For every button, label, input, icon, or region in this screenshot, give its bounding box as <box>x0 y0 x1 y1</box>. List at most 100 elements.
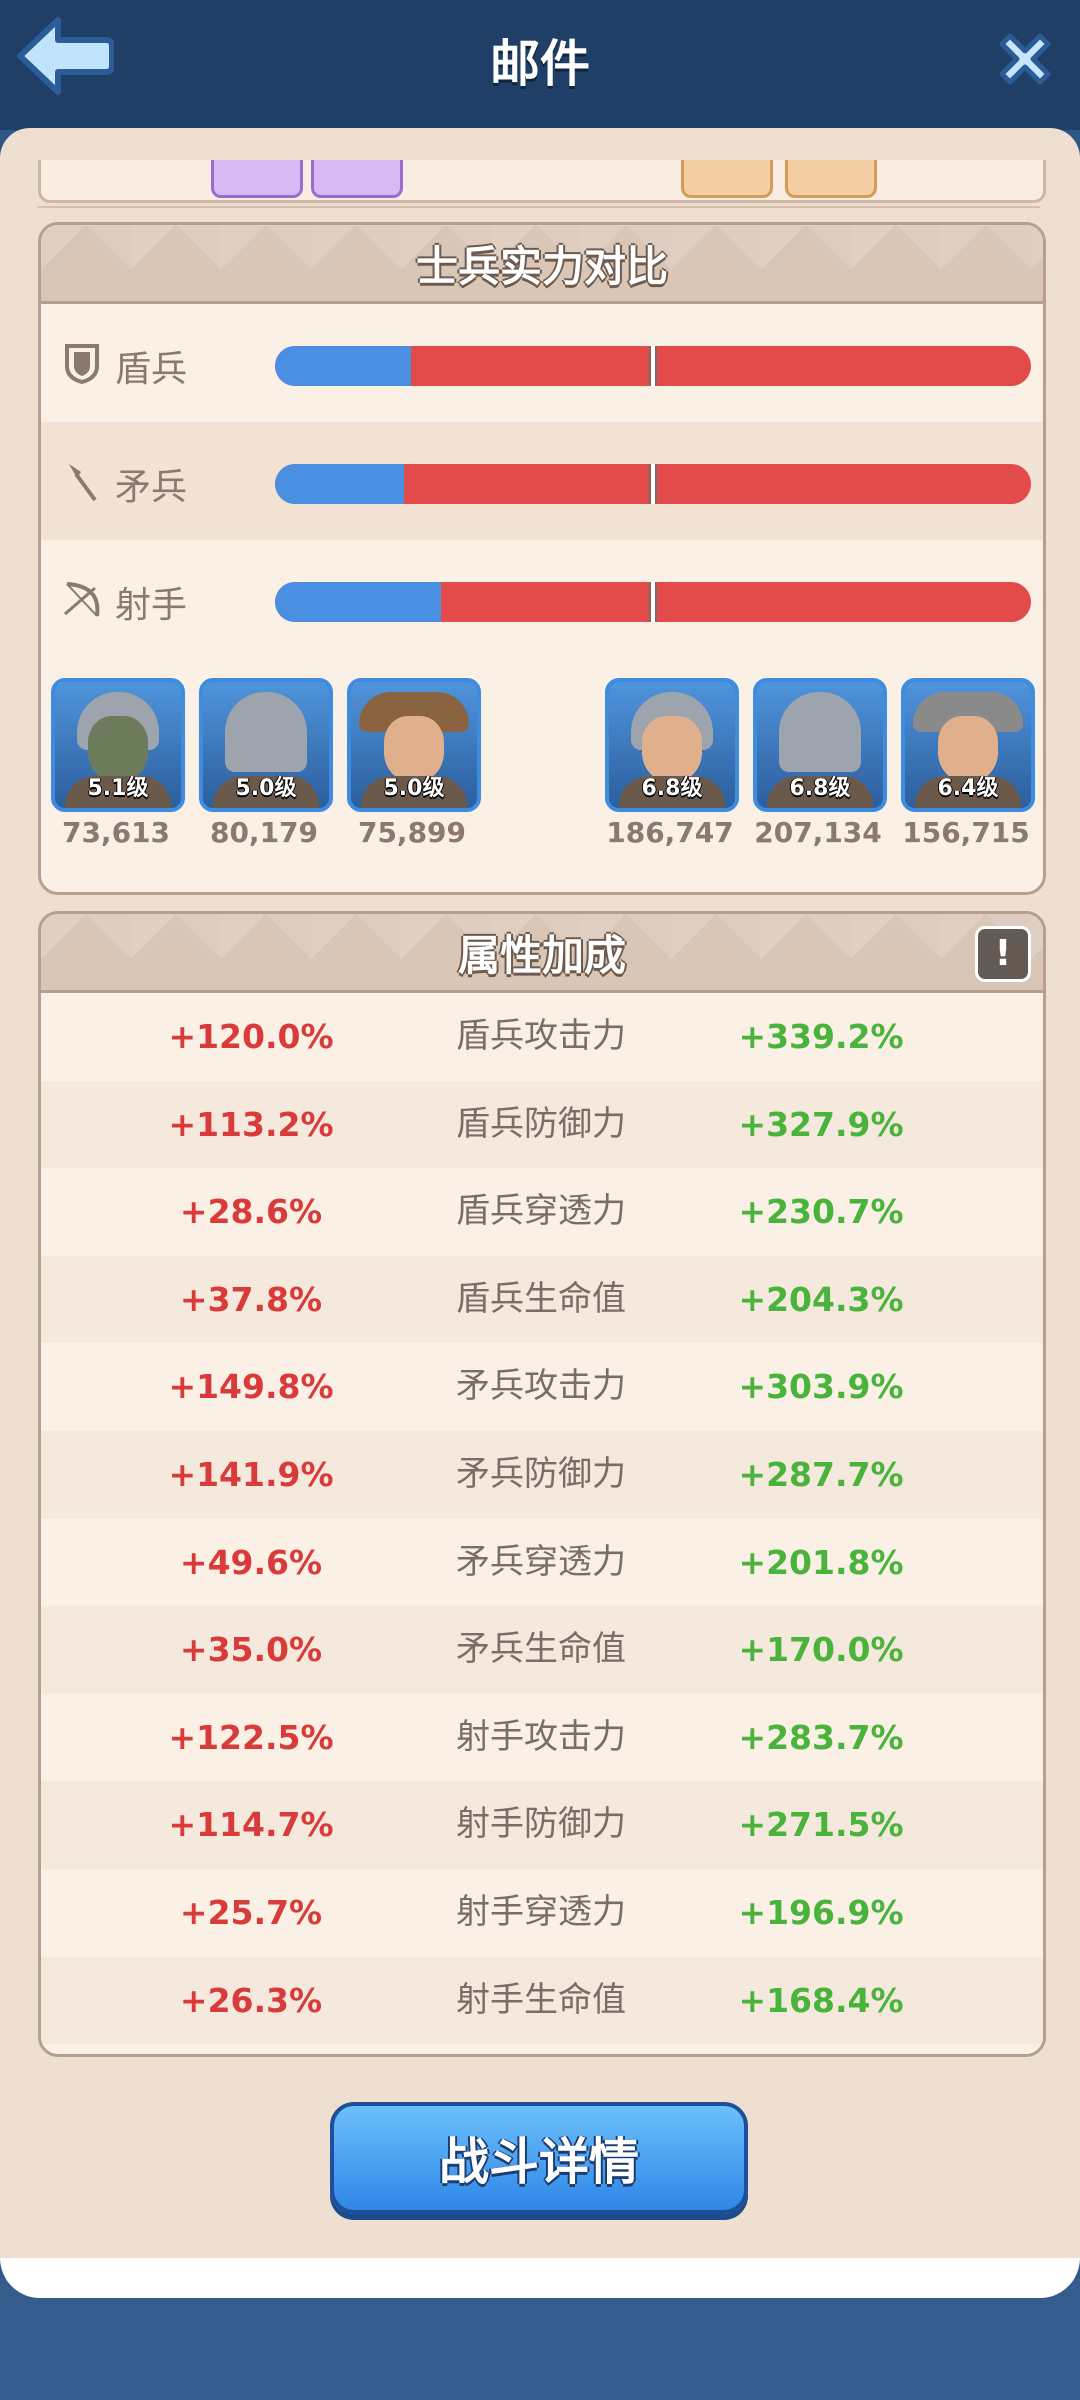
attribute-name: 盾兵攻击力 <box>456 1016 626 1056</box>
enemy-unit-archer[interactable]: 6.4级 156,715 <box>901 678 1035 849</box>
ally-bonus-value: +26.3% <box>179 1980 323 2020</box>
attributes-header: 属性加成 ! <box>41 914 1043 993</box>
unit-level: 5.1级 <box>87 776 149 801</box>
enemy-bonus-value: +283.7% <box>738 1717 904 1757</box>
attribute-row: +122.5% 射手攻击力 +283.7% <box>41 1694 1043 1782</box>
attribute-name: 矛兵生命值 <box>456 1629 626 1670</box>
enemy-bonus-value: +170.0% <box>738 1630 904 1670</box>
attribute-row: +149.8% 矛兵攻击力 +303.9% <box>41 1343 1043 1431</box>
ally-bonus-value: +35.0% <box>179 1630 323 1670</box>
unit-count: 156,715 <box>902 816 1030 849</box>
attribute-row: +35.0% 矛兵生命值 +170.0% <box>41 1606 1043 1694</box>
unit-portrait: 5.1级 <box>51 678 185 812</box>
attribute-name: 矛兵穿透力 <box>456 1541 626 1582</box>
ally-bonus-value: +114.7% <box>168 1805 334 1845</box>
ally-unit-shield[interactable]: 5.1级 73,613 <box>51 678 185 849</box>
unit-count: 186,747 <box>606 816 734 849</box>
attribute-name: 射手防御力 <box>456 1804 626 1845</box>
ally-bonus-value: +122.5% <box>168 1717 334 1757</box>
ally-bonus-value: +149.8% <box>168 1367 334 1407</box>
reward-strip-fragment <box>38 160 1046 203</box>
info-icon[interactable]: ! <box>975 926 1031 982</box>
ally-unit-archer[interactable]: 5.0级 75,899 <box>347 678 481 849</box>
unit-level: 6.8级 <box>789 776 851 801</box>
unit-count: 75,899 <box>357 816 467 849</box>
bow-icon <box>64 582 100 617</box>
ally-bonus-value: +49.6% <box>179 1542 323 1582</box>
ally-bonus-value: +28.6% <box>179 1192 323 1232</box>
compare-row-archer: 射手 <box>41 540 1043 658</box>
compare-label: 射手 <box>115 585 188 626</box>
strength-bar <box>275 582 1031 622</box>
enemy-bonus-value: +339.2% <box>738 1017 904 1056</box>
bar-midpoint-marker <box>649 464 657 504</box>
attribute-row: +114.7% 射手防御力 +271.5% <box>41 1781 1043 1869</box>
unit-portrait: 5.0级 <box>347 678 481 812</box>
unit-level: 6.4级 <box>937 776 999 801</box>
strength-bar <box>275 346 1031 386</box>
attribute-row: +141.9% 矛兵防御力 +287.7% <box>41 1430 1043 1519</box>
ally-bonus-value: +120.0% <box>168 1017 334 1056</box>
attributes-card: 属性加成 ! +120.0% 盾兵攻击力 +339.2% +113.2% 盾兵防御力 +3… <box>38 911 1046 2057</box>
attribute-name: 射手攻击力 <box>456 1716 626 1757</box>
snow-edge <box>0 2258 1080 2298</box>
ally-bonus-value: +141.9% <box>168 1454 334 1494</box>
compare-label: 矛兵 <box>115 467 188 508</box>
attribute-name: 盾兵穿透力 <box>456 1191 626 1232</box>
unit-level: 6.8级 <box>641 776 703 801</box>
enemy-bonus-value: +201.8% <box>738 1542 904 1582</box>
enemy-bonus-value: +271.5% <box>738 1805 904 1845</box>
strength-bar <box>275 464 1031 504</box>
soldier-compare-title: 士兵实力对比 <box>415 241 668 291</box>
page-title: 邮件 <box>490 35 590 93</box>
attribute-row: +113.2% 盾兵防御力 +327.9% <box>41 1080 1043 1169</box>
unit-portraits: 5.1级 73,613 5.0级 80,179 5.0级 75,899 6.8级… <box>41 658 1043 870</box>
unit-level: 5.0级 <box>383 776 445 801</box>
ally-strength-fill <box>275 464 404 504</box>
compare-row-shield: 盾兵 <box>41 304 1043 422</box>
enemy-bonus-value: +327.9% <box>738 1104 904 1144</box>
reward-chip <box>311 160 403 198</box>
attribute-row: +26.3% 射手生命值 +168.4% <box>41 1956 1043 2045</box>
attribute-row: +28.6% 盾兵穿透力 +230.7% <box>41 1168 1043 1256</box>
unit-count: 207,134 <box>754 816 882 849</box>
reward-chip <box>211 160 303 198</box>
enemy-bonus-value: +287.7% <box>738 1454 904 1494</box>
enemy-bonus-value: +230.7% <box>738 1192 904 1232</box>
enemy-bonus-value: +204.3% <box>738 1279 904 1319</box>
battle-details-button[interactable]: 战斗详情 <box>330 2102 748 2214</box>
bar-midpoint-marker <box>649 582 657 622</box>
unit-level: 5.0级 <box>235 776 297 801</box>
attribute-name: 射手穿透力 <box>456 1891 626 1932</box>
attribute-name: 射手生命值 <box>456 1979 626 2020</box>
attribute-name: 盾兵生命值 <box>456 1278 626 1319</box>
close-icon[interactable] <box>992 26 1058 92</box>
attribute-row: +37.8% 盾兵生命值 +204.3% <box>41 1255 1043 1344</box>
soldier-compare-header: 士兵实力对比 <box>41 225 1043 304</box>
enemy-bonus-value: +303.9% <box>738 1367 904 1407</box>
unit-count: 80,179 <box>209 816 319 849</box>
unit-count: 73,613 <box>61 816 171 849</box>
top-bar: 邮件 <box>0 0 1080 130</box>
bar-midpoint-marker <box>649 346 657 386</box>
attribute-name: 矛兵攻击力 <box>456 1366 626 1407</box>
attribute-name: 盾兵防御力 <box>456 1103 626 1144</box>
unit-portrait: 6.8级 <box>605 678 739 812</box>
divider <box>38 206 1040 208</box>
enemy-bonus-value: +168.4% <box>738 1980 904 2020</box>
ally-unit-spear[interactable]: 5.0级 80,179 <box>199 678 333 849</box>
enemy-bonus-value: +196.9% <box>738 1892 904 1932</box>
attributes-list: +120.0% 盾兵攻击力 +339.2% +113.2% 盾兵防御力 +327.9% +2… <box>41 993 1043 2045</box>
ally-strength-fill <box>275 582 442 622</box>
shield-icon <box>65 344 99 384</box>
ally-strength-fill <box>275 346 412 386</box>
battle-details-label: 战斗详情 <box>439 2133 639 2191</box>
ally-bonus-value: +25.7% <box>179 1892 323 1932</box>
ally-bonus-value: +113.2% <box>168 1104 334 1144</box>
compare-row-spear: 矛兵 <box>41 422 1043 540</box>
attribute-name: 矛兵防御力 <box>456 1453 626 1494</box>
enemy-unit-spear[interactable]: 6.8级 207,134 <box>753 678 887 849</box>
enemy-unit-shield[interactable]: 6.8级 186,747 <box>605 678 739 849</box>
spear-icon <box>69 464 97 502</box>
unit-portrait: 6.4级 <box>901 678 1035 812</box>
